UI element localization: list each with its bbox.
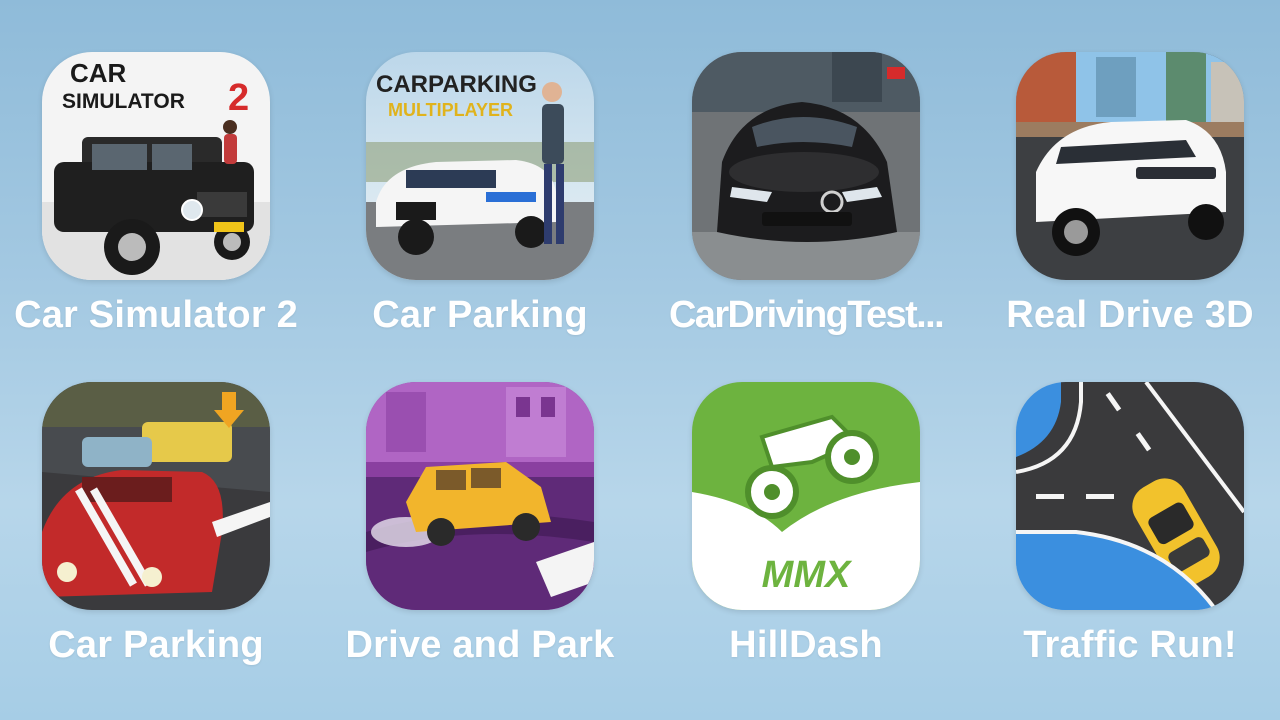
app-label: HillDash <box>729 624 883 666</box>
real-drive-3d-icon[interactable] <box>1016 52 1244 280</box>
car-sim-title-line2: SIMULATOR <box>62 90 185 113</box>
traffic-run-icon[interactable] <box>1016 382 1244 610</box>
app-label: Car Simulator 2 <box>14 294 298 336</box>
mmx-badge: MMX <box>762 554 853 596</box>
app-label: Car Parking <box>48 624 264 666</box>
app-label: CarDrivingTest... <box>668 294 945 336</box>
car-parking-red-car-icon[interactable] <box>42 382 270 610</box>
cpm-title-line1: CARPARKING <box>376 71 537 98</box>
app-car-driving-test[interactable]: CarDrivingTest... <box>643 52 969 372</box>
cpm-title-line2: MULTIPLAYER <box>388 100 513 120</box>
app-real-drive-3d[interactable]: Real Drive 3D <box>967 52 1280 372</box>
app-label: Real Drive 3D <box>1006 294 1254 336</box>
hilldash-mmx-icon[interactable]: MMX <box>692 382 920 610</box>
car-sim-title-line1: CAR <box>70 58 127 88</box>
app-label: Traffic Run! <box>1023 624 1237 666</box>
drive-and-park-icon[interactable] <box>366 382 594 610</box>
car-simulator-2-icon[interactable]: CAR SIMULATOR 2 <box>42 52 270 280</box>
car-driving-test-icon[interactable] <box>692 52 920 280</box>
app-drive-and-park[interactable]: Drive and Park <box>317 382 643 702</box>
car-parking-multiplayer-icon[interactable]: CARPARKING MULTIPLAYER <box>366 52 594 280</box>
app-traffic-run[interactable]: Traffic Run! <box>967 382 1280 702</box>
app-label: Drive and Park <box>345 624 615 666</box>
app-car-simulator-2[interactable]: CAR SIMULATOR 2 Car Simulator 2 <box>0 52 319 372</box>
app-grid: CAR SIMULATOR 2 Car Simulator 2 CARPARKI… <box>0 0 1280 720</box>
car-sim-title-num: 2 <box>228 77 249 119</box>
app-car-parking-red[interactable]: Car Parking <box>0 382 319 702</box>
app-car-parking-multiplayer[interactable]: CARPARKING MULTIPLAYER Car Parking <box>317 52 643 372</box>
app-hilldash[interactable]: MMX HillDash <box>643 382 969 702</box>
app-label: Car Parking <box>372 294 588 336</box>
